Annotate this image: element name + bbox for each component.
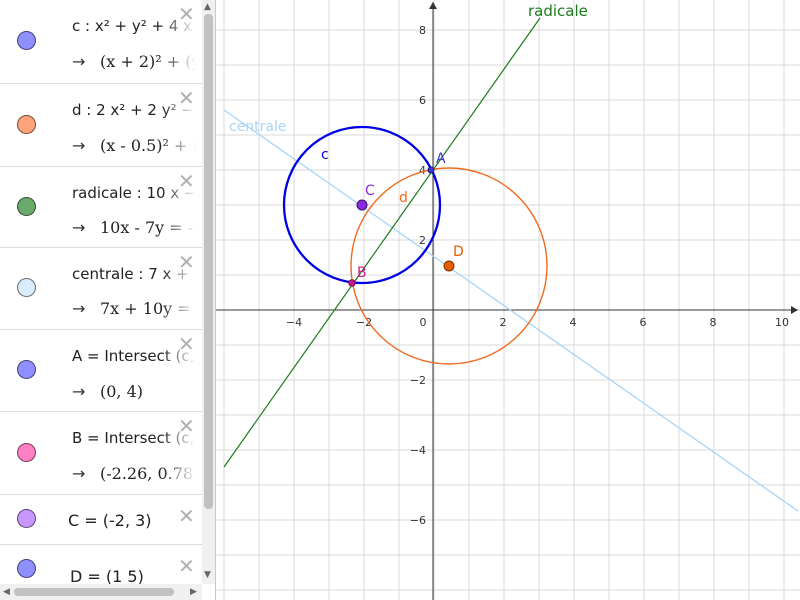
algebra-item-c[interactable]: c : x² + y² + 4 x − 6 y + 9 = 0 →(x + 2)… — [0, 0, 202, 84]
algebra-item-D[interactable]: D = (1 5) ✕ — [0, 545, 202, 584]
point-A[interactable] — [427, 166, 435, 174]
point-D-label: D — [453, 244, 464, 260]
y-tick-label: −2 — [410, 374, 426, 387]
point-D[interactable] — [443, 260, 455, 272]
x-tick-label: 2 — [500, 316, 507, 329]
delete-icon[interactable]: ✕ — [178, 506, 195, 526]
radicale-line[interactable] — [223, 17, 541, 468]
x-tick-label: 10 — [775, 316, 789, 329]
x-tick-labels: −4 −2 0 2 4 6 8 10 — [286, 316, 789, 329]
visibility-toggle-c[interactable] — [17, 31, 36, 50]
algebra-item-A[interactable]: A = Intersect (c, d, 1) →(0, 4) ✕ — [0, 330, 202, 412]
scroll-down-icon[interactable]: ▼ — [204, 570, 211, 580]
visibility-toggle-centrale[interactable] — [17, 278, 36, 297]
algebra-view: c : x² + y² + 4 x − 6 y + 9 = 0 →(x + 2)… — [0, 0, 216, 600]
visibility-toggle-C[interactable] — [17, 509, 36, 528]
algebra-item-B[interactable]: B = Intersect (c, d, 2) →(-2.26, 0.78) ✕ — [0, 412, 202, 495]
axes — [216, 2, 798, 600]
value-d: →(x - 0.5)² + (y − 1.25)² = 5.62 — [72, 136, 202, 155]
scroll-right-icon[interactable]: ▶ — [190, 587, 197, 597]
visibility-toggle-radicale[interactable] — [17, 197, 36, 216]
x-tick-label: 8 — [710, 316, 717, 329]
x-tick-label: 6 — [640, 316, 647, 329]
delete-icon[interactable]: ✕ — [178, 556, 195, 576]
algebra-item-C[interactable]: C = (-2, 3) ✕ — [0, 495, 202, 545]
delete-icon[interactable]: ✕ — [178, 252, 195, 272]
definition-D[interactable]: D = (1 5) — [70, 567, 144, 584]
radicale-label: radicale — [528, 2, 588, 20]
arrow-icon: → — [72, 136, 86, 155]
arrow-icon: → — [72, 299, 86, 318]
horizontal-scrollbar[interactable]: ◀ ▶ — [0, 584, 202, 600]
visibility-toggle-D[interactable] — [17, 559, 36, 578]
x-tick-label: −4 — [286, 316, 302, 329]
x-axis-arrow-icon — [791, 306, 798, 314]
circle-c-label: c — [321, 147, 329, 163]
definition-C[interactable]: C = (-2, 3) — [68, 511, 152, 530]
visibility-toggle-B[interactable] — [17, 443, 36, 462]
visibility-toggle-A[interactable] — [17, 360, 36, 379]
value-centrale: →7x + 10y = 16 — [72, 299, 202, 318]
delete-icon[interactable]: ✕ — [178, 416, 195, 436]
point-B-label: B — [357, 265, 367, 281]
x-tick-label: 0 — [420, 316, 427, 329]
centrale-label: centrale — [229, 119, 287, 135]
y-axis-arrow-icon — [429, 2, 437, 9]
point-C[interactable] — [356, 199, 368, 211]
y-tick-label: −4 — [410, 444, 426, 457]
point-B[interactable] — [348, 279, 356, 287]
point-A-label: A — [436, 151, 446, 167]
arrow-icon: → — [72, 382, 86, 401]
delete-icon[interactable]: ✕ — [178, 334, 195, 354]
graphics-view[interactable]: −4 −2 0 2 4 6 8 10 8 6 4 2 −2 −4 −6 radi… — [216, 0, 800, 600]
value-c: →(x + 2)² + (y − 3)² = 4 — [72, 52, 202, 71]
arrow-icon: → — [72, 218, 86, 237]
graphics-canvas[interactable]: −4 −2 0 2 4 6 8 10 8 6 4 2 −2 −4 −6 radi… — [216, 0, 800, 600]
value-radicale: →10x - 7y = -28 — [72, 218, 202, 237]
circle-d-label: d — [399, 190, 408, 206]
grid — [216, 0, 800, 600]
arrow-icon: → — [72, 464, 86, 483]
delete-icon[interactable]: ✕ — [178, 171, 195, 191]
delete-icon[interactable]: ✕ — [178, 88, 195, 108]
arrow-icon: → — [72, 52, 86, 71]
algebra-item-d[interactable]: d : 2 x² + 2 y² − 2 x − 5 y = 8 →(x - 0.… — [0, 84, 202, 167]
vertical-scrollbar[interactable]: ▲ ▼ — [202, 0, 215, 584]
delete-icon[interactable]: ✕ — [178, 4, 195, 24]
algebra-item-centrale[interactable]: centrale : 7 x + 10 y = 16 →7x + 10y = 1… — [0, 248, 202, 330]
value-B: → (-2.26, 0.78) — [72, 464, 200, 483]
point-C-label: C — [365, 183, 375, 199]
y-tick-label: 6 — [419, 94, 426, 107]
y-tick-label: 2 — [419, 234, 426, 247]
scroll-left-icon[interactable]: ◀ — [3, 587, 10, 597]
y-tick-label: 8 — [419, 24, 426, 37]
vertical-scroll-thumb[interactable] — [204, 14, 213, 509]
visibility-toggle-d[interactable] — [17, 115, 36, 134]
y-tick-label: −6 — [410, 514, 426, 527]
value-A: → (0, 4) — [72, 382, 144, 401]
horizontal-scroll-thumb[interactable] — [14, 588, 174, 596]
x-tick-label: 4 — [570, 316, 577, 329]
algebra-item-radicale[interactable]: radicale : 10 x − 7 y = −28 →10x - 7y = … — [0, 167, 202, 248]
scroll-up-icon[interactable]: ▲ — [204, 2, 211, 12]
